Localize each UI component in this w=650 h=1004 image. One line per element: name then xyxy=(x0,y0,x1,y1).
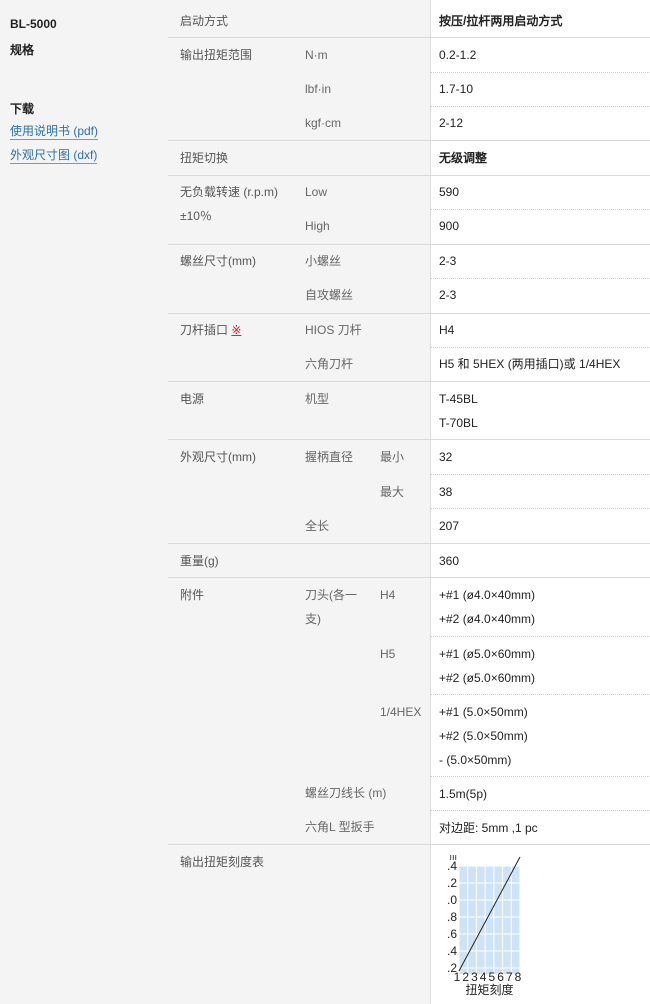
screw-tapping-label: 自攻螺丝 xyxy=(305,288,354,302)
speed-low-value: 590 xyxy=(439,185,460,199)
torque-chart-label: 输出扭矩刻度表 xyxy=(180,855,265,869)
accessories-label: 附件 xyxy=(180,588,205,602)
screw-size-label: 螺丝尺寸(mm) xyxy=(180,254,256,268)
x-tick-label: 3 xyxy=(471,970,478,984)
torque-scale-chart: .2.4.6.8.0.2.4ııı1 2 3 4 5 6 7 8扭矩刻度 xyxy=(447,852,522,997)
start-method-value: 按压/拉杆两用启动方式 xyxy=(439,14,563,28)
x-tick-label: 2 xyxy=(462,970,469,984)
spec-table: 启动方式 按压/拉杆两用启动方式 输出扭矩范围 N·m 0.2-1.2 lbf·… xyxy=(168,0,650,1004)
power-model-2: T-70BL xyxy=(439,416,478,430)
bit-insert-note-mark[interactable]: ※ xyxy=(231,323,241,337)
torque-unit-lbfin: lbf·in xyxy=(305,82,332,96)
x-tick-label: 6 xyxy=(497,970,504,984)
torque-switch-value: 无级调整 xyxy=(439,151,488,165)
acc-hex-label: 1/4HEX xyxy=(380,705,422,719)
model-name: BL-5000 xyxy=(10,17,57,31)
bit-hios-value: H4 xyxy=(439,323,455,337)
torque-unit-kgfcm: kgf·cm xyxy=(305,116,341,130)
cable-length-label: 螺丝刀线长 (m) xyxy=(305,786,387,800)
bit-hios-label: HIOS 刀杆 xyxy=(305,323,362,337)
grip-diameter-label: 握柄直径 xyxy=(305,450,354,464)
y-tick-label: .6 xyxy=(447,927,457,941)
speed-high-value: 900 xyxy=(439,219,460,233)
wrench-label: 六角L 型扳手 xyxy=(305,820,375,834)
bit-set-label: 刀头(各一 xyxy=(305,588,357,602)
torque-value-nm: 0.2-1.2 xyxy=(439,48,477,62)
y-tick-label: .4 xyxy=(447,944,457,958)
speed-label: 无负载转速 (r.p.m) xyxy=(180,185,278,199)
dimension-dxf-link[interactable]: 外观尺寸图 (dxf) xyxy=(10,147,98,164)
x-tick-label: 8 xyxy=(515,970,522,984)
speed-low-label: Low xyxy=(305,185,328,199)
bit-hex-label: 六角刀杆 xyxy=(305,357,354,371)
download-heading: 下载 xyxy=(10,102,35,116)
y-tick-label: .8 xyxy=(447,910,457,924)
grip-max-label: 最大 xyxy=(380,485,405,499)
acc-h4-value-2: +#2 (ø4.0×40mm) xyxy=(439,612,536,626)
torque-value-kgfcm: 2-12 xyxy=(439,116,464,130)
screw-tapping-value: 2-3 xyxy=(439,288,457,302)
torque-switch-label: 扭矩切换 xyxy=(180,151,229,165)
grip-min-value: 32 xyxy=(439,450,453,464)
speed-tolerance: ±10％ xyxy=(180,209,212,223)
weight-value: 360 xyxy=(439,554,460,568)
weight-label: 重量(g) xyxy=(180,554,219,568)
power-label: 电源 xyxy=(180,392,205,406)
y-top-label: ııı xyxy=(449,852,457,862)
y-tick-label: .0 xyxy=(447,893,457,907)
manual-pdf-link[interactable]: 使用说明书 (pdf) xyxy=(10,123,99,140)
sidebar: BL-5000 规格 下载 使用说明书 (pdf) 外观尺寸图 (dxf) xyxy=(0,0,168,1004)
x-axis-label: 扭矩刻度 xyxy=(465,982,513,997)
speed-high-label: High xyxy=(305,219,330,233)
wrench-value: 对边距: 5mm ,1 pc xyxy=(439,821,538,835)
grip-min-label: 最小 xyxy=(380,450,405,464)
torque-value-lbfin: 1.7-10 xyxy=(439,82,474,96)
acc-h4-value-1: +#1 (ø4.0×40mm) xyxy=(439,588,536,602)
acc-h4-label: H4 xyxy=(380,588,396,602)
acc-h5-value-2: +#2 (ø5.0×60mm) xyxy=(439,671,536,685)
screw-small-label: 小螺丝 xyxy=(305,254,342,268)
acc-hex-value-1: +#1 (5.0×50mm) xyxy=(439,705,528,719)
x-tick-label: 5 xyxy=(489,970,496,984)
bit-insert-label: 刀杆插口 ※ xyxy=(180,323,242,337)
torque-unit-nm: N·m xyxy=(305,48,328,62)
bit-hex-value: H5 和 5HEX (两用插口)或 1/4HEX xyxy=(439,357,621,371)
total-length-value: 207 xyxy=(439,519,460,533)
power-model-1: T-45BL xyxy=(439,392,478,406)
torque-range-label: 输出扭矩范围 xyxy=(180,48,253,62)
grip-max-value: 38 xyxy=(439,485,453,499)
total-length-label: 全长 xyxy=(305,519,330,533)
acc-h5-label: H5 xyxy=(380,647,396,661)
power-model-label: 机型 xyxy=(305,392,330,406)
acc-hex-value-3: - (5.0×50mm) xyxy=(439,753,512,767)
bit-set-label-2: 支) xyxy=(305,612,321,626)
y-tick-label: .2 xyxy=(447,876,457,890)
x-tick-label: 7 xyxy=(506,970,513,984)
x-tick-label: 1 xyxy=(454,970,461,984)
acc-h5-value-1: +#1 (ø5.0×60mm) xyxy=(439,647,536,661)
screw-small-value: 2-3 xyxy=(439,254,457,268)
start-method-label: 启动方式 xyxy=(180,14,229,28)
x-tick-label: 4 xyxy=(480,970,487,984)
dimensions-label: 外观尺寸(mm) xyxy=(180,450,256,464)
acc-hex-value-2: +#2 (5.0×50mm) xyxy=(439,729,528,743)
spec-heading: 规格 xyxy=(10,43,35,57)
cable-length-value: 1.5m(5p) xyxy=(439,787,488,801)
